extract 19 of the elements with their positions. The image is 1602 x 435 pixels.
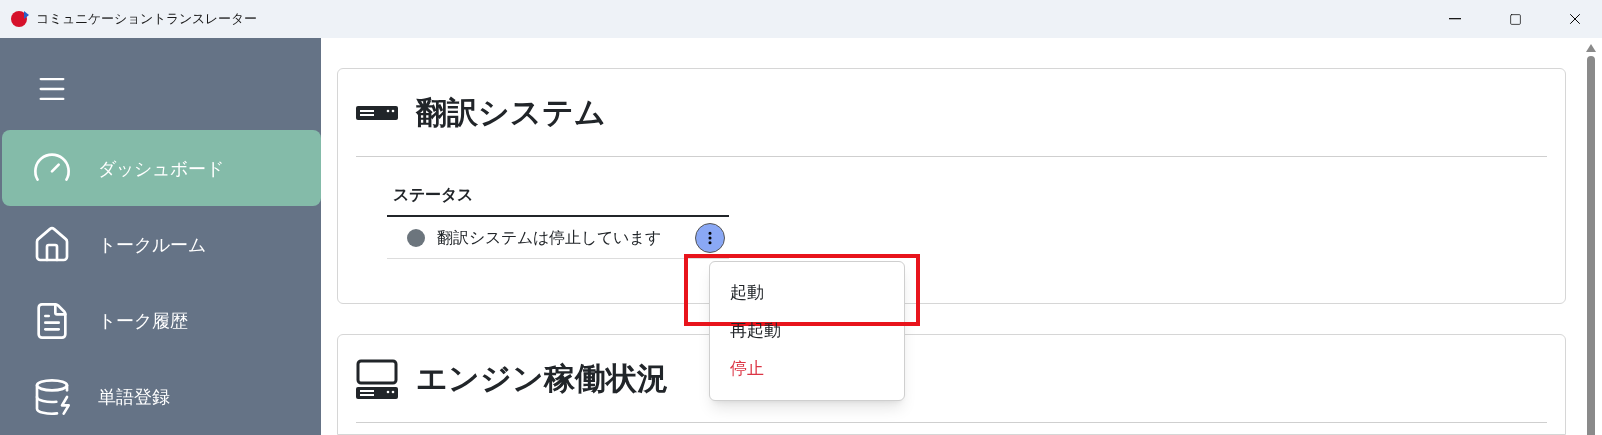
server-icon <box>356 105 398 120</box>
status-text: 翻訳システムは停止しています <box>437 226 661 249</box>
card-title: 翻訳システム <box>416 93 606 133</box>
sidebar-item[interactable]: トーク履歴 <box>2 282 321 359</box>
scroll-up-icon[interactable] <box>1586 44 1596 52</box>
maximize-icon <box>1508 12 1522 26</box>
minimize-icon <box>1449 18 1461 20</box>
sidebar-item[interactable]: トークルーム <box>2 206 321 283</box>
menu-item[interactable]: 停止 <box>710 350 904 388</box>
menu-item[interactable]: 再起動 <box>710 312 904 350</box>
menu-item[interactable]: 起動 <box>710 274 904 312</box>
more-button[interactable] <box>695 222 725 253</box>
computer-icon <box>356 358 398 399</box>
scrollbar-thumb[interactable] <box>1587 56 1595 435</box>
sidebar-item[interactable]: 単語登録 <box>2 358 321 435</box>
status-heading: ステータス <box>387 183 729 217</box>
app-logo-icon <box>10 9 30 29</box>
window-title: コミュニケーショントランスレーター <box>36 10 257 29</box>
card-title: エンジン稼働状況 <box>416 359 668 399</box>
